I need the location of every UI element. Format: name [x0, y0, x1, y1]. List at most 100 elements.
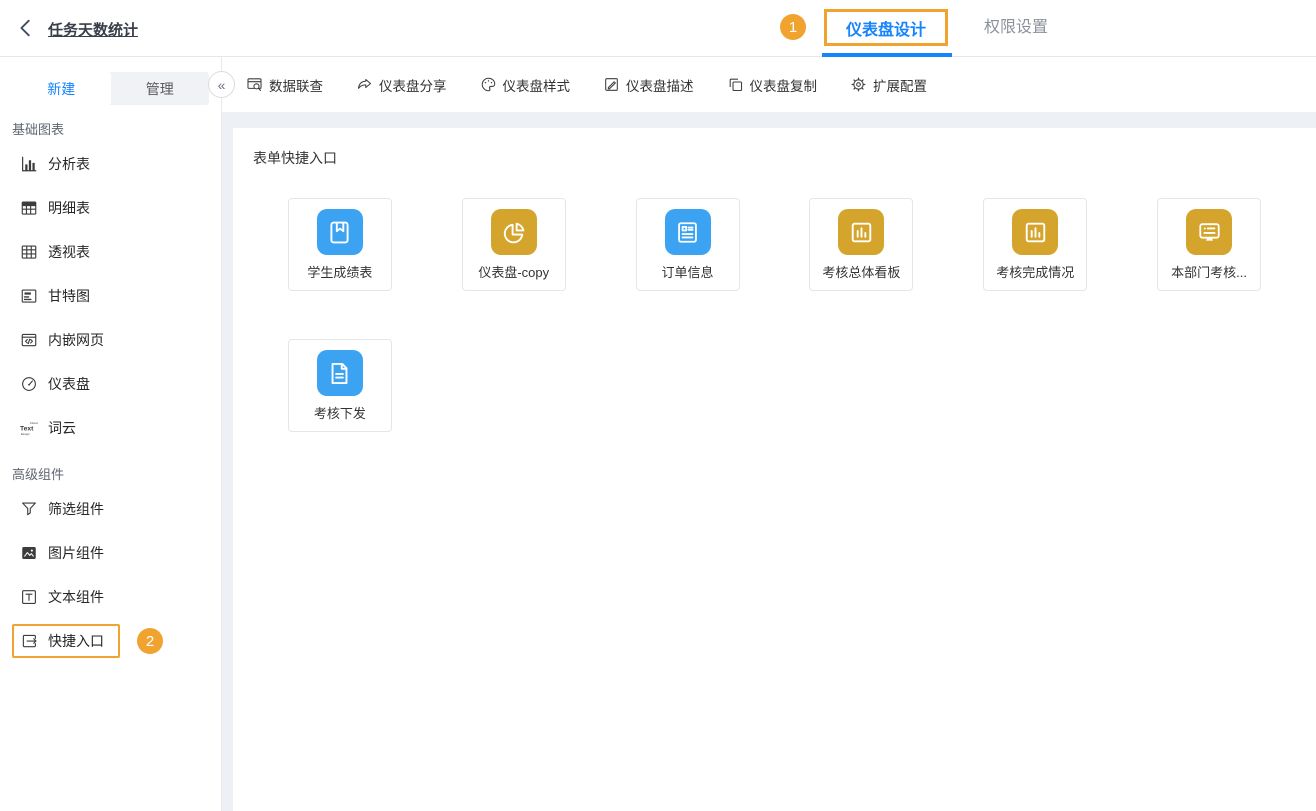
sidebar-item-dashboard-gauge[interactable]: 仪表盘 — [0, 362, 221, 406]
toolbar-item-label: 扩展配置 — [873, 75, 927, 95]
annotation-badge-1: 1 — [780, 14, 806, 40]
shortcut-card[interactable]: 考核下发 — [288, 339, 392, 432]
board-chart-icon — [838, 209, 884, 255]
page-title[interactable]: 任务天数统计 — [48, 19, 138, 40]
sidebar-item-analysis-table[interactable]: 分析表 — [0, 142, 221, 186]
shortcut-card[interactable]: 学生成绩表 — [288, 198, 392, 291]
back-button[interactable] — [15, 17, 37, 39]
word-cloud-icon: TextCloudDesign — [20, 419, 38, 437]
sidebar-item-inner: 图片组件 — [20, 543, 104, 563]
svg-text:Cloud: Cloud — [30, 421, 38, 425]
notebook-icon — [317, 209, 363, 255]
shortcut-card[interactable]: 本部门考核... — [1157, 198, 1261, 291]
shortcut-card-label: 考核下发 — [314, 403, 366, 422]
toolbar-item-data-lookup[interactable]: 数据联查 — [246, 75, 323, 95]
gauge-icon — [20, 375, 38, 393]
main-layout: 新建 管理 基础图表分析表明细表透视表甘特图内嵌网页仪表盘TextCloudDe… — [0, 57, 1316, 811]
shortcut-card-label: 学生成绩表 — [307, 262, 372, 281]
pie-chart-icon — [491, 209, 537, 255]
toolbar-item-label: 仪表盘复制 — [750, 75, 818, 95]
sidebar-tab-new[interactable]: 新建 — [12, 72, 111, 105]
board-chart-icon — [1012, 209, 1058, 255]
toolbar-item-extended-config[interactable]: 扩展配置 — [850, 75, 927, 95]
sidebar-section-title: 基础图表 — [0, 105, 221, 142]
sidebar-item-inner: 透视表 — [20, 242, 90, 262]
toolbar-item-label: 数据联查 — [269, 75, 323, 95]
tab-dashboard-design[interactable]: 仪表盘设计 — [824, 9, 948, 46]
annotation-badge-2: 2 — [137, 628, 163, 654]
sidebar-item-inner: 文本组件 — [20, 587, 104, 607]
sidebar-item-inner: 明细表 — [20, 198, 90, 218]
shortcut-icon — [20, 632, 38, 650]
shortcut-cards-grid: 学生成绩表 仪表盘-copy 订单信息 考核总体看板 考核完成情况 本部门考核... 考核下… — [253, 198, 1296, 432]
sidebar-item-label: 仪表盘 — [48, 374, 90, 394]
sidebar-item-image-component[interactable]: 图片组件 — [0, 531, 221, 575]
document-icon — [317, 350, 363, 396]
palette-icon — [480, 76, 497, 93]
widget-title: 表单快捷入口 — [253, 148, 1296, 168]
sidebar-item-shortcut-entry[interactable]: 快捷入口 2 — [0, 619, 221, 663]
gantt-icon — [20, 287, 38, 305]
toolbar-item-dashboard-copy[interactable]: 仪表盘复制 — [727, 75, 818, 95]
dashboard-toolbar: « 数据联查仪表盘分享仪表盘样式仪表盘描述仪表盘复制扩展配置 — [222, 57, 1316, 112]
toolbar-item-dashboard-share[interactable]: 仪表盘分享 — [356, 75, 447, 95]
shortcut-widget-panel[interactable]: 表单快捷入口 学生成绩表 仪表盘-copy 订单信息 考核总体看板 考核完成情况 本部门考… — [233, 128, 1316, 811]
shortcut-card-label: 仪表盘-copy — [478, 262, 549, 281]
share-icon — [356, 76, 373, 93]
shortcut-card[interactable]: 考核完成情况 — [983, 198, 1087, 291]
shortcut-card-label: 订单信息 — [662, 262, 714, 281]
form-icon — [665, 209, 711, 255]
toolbar-item-dashboard-description[interactable]: 仪表盘描述 — [603, 75, 694, 95]
toolbar-item-label: 仪表盘分享 — [379, 75, 447, 95]
toolbar-item-label: 仪表盘描述 — [626, 75, 694, 95]
lookup-icon — [246, 76, 263, 93]
sidebar-item-inner: 筛选组件 — [20, 499, 104, 519]
shortcut-card[interactable]: 订单信息 — [636, 198, 740, 291]
sidebar-section-title: 高级组件 — [0, 450, 221, 487]
screen-icon — [1186, 209, 1232, 255]
shortcut-card[interactable]: 考核总体看板 — [809, 198, 913, 291]
shortcut-card[interactable]: 仪表盘-copy — [462, 198, 566, 291]
tab-permission-settings[interactable]: 权限设置 — [984, 0, 1048, 56]
sidebar-tab-switcher: 新建 管理 — [12, 72, 209, 105]
sidebar-item-word-cloud[interactable]: TextCloudDesign词云 — [0, 406, 221, 450]
sidebar-item-inner: 分析表 — [20, 154, 90, 174]
toolbar-item-label: 仪表盘样式 — [503, 75, 571, 95]
sidebar-item-label: 明细表 — [48, 198, 90, 218]
sidebar-item-label: 快捷入口 — [48, 631, 104, 651]
sidebar-item-pivot-table[interactable]: 透视表 — [0, 230, 221, 274]
sidebar-item-detail-table[interactable]: 明细表 — [0, 186, 221, 230]
component-sidebar: 新建 管理 基础图表分析表明细表透视表甘特图内嵌网页仪表盘TextCloudDe… — [0, 57, 222, 811]
filter-icon — [20, 500, 38, 518]
sidebar-item-filter-component[interactable]: 筛选组件 — [0, 487, 221, 531]
toolbar-items: 数据联查 仪表盘分享 仪表盘样式 仪表盘描述 仪表盘复制 扩展配置 — [246, 75, 927, 95]
detail-table-icon — [20, 199, 38, 217]
sidebar-item-inner: 内嵌网页 — [20, 330, 104, 350]
sidebar-item-label: 分析表 — [48, 154, 90, 174]
copy-icon — [727, 76, 744, 93]
sidebar-item-label: 图片组件 — [48, 543, 104, 563]
shortcut-card-label: 考核总体看板 — [822, 262, 900, 281]
text-icon — [20, 588, 38, 606]
sidebar-sections: 基础图表分析表明细表透视表甘特图内嵌网页仪表盘TextCloudDesign词云… — [0, 105, 221, 663]
sidebar-item-label: 词云 — [48, 418, 76, 438]
sidebar-tab-manage[interactable]: 管理 — [111, 72, 210, 105]
sidebar-item-inner: TextCloudDesign词云 — [20, 418, 76, 438]
sidebar-item-label: 文本组件 — [48, 587, 104, 607]
svg-text:Design: Design — [21, 432, 30, 436]
sidebar-item-gantt-chart[interactable]: 甘特图 — [0, 274, 221, 318]
desc-icon — [603, 76, 620, 93]
gear-icon — [850, 76, 867, 93]
shortcut-card-label: 考核完成情况 — [996, 262, 1074, 281]
image-icon — [20, 544, 38, 562]
toolbar-item-dashboard-style[interactable]: 仪表盘样式 — [480, 75, 571, 95]
pivot-table-icon — [20, 243, 38, 261]
embed-web-icon — [20, 331, 38, 349]
sidebar-collapse-button[interactable]: « — [208, 71, 235, 98]
sidebar-item-text-component[interactable]: 文本组件 — [0, 575, 221, 619]
tab-dashboard-design-label: 仪表盘设计 — [846, 16, 926, 40]
sidebar-item-label: 筛选组件 — [48, 499, 104, 519]
sidebar-item-embed-web[interactable]: 内嵌网页 — [0, 318, 221, 362]
chevron-left-icon — [15, 17, 37, 39]
sidebar-item-label: 内嵌网页 — [48, 330, 104, 350]
